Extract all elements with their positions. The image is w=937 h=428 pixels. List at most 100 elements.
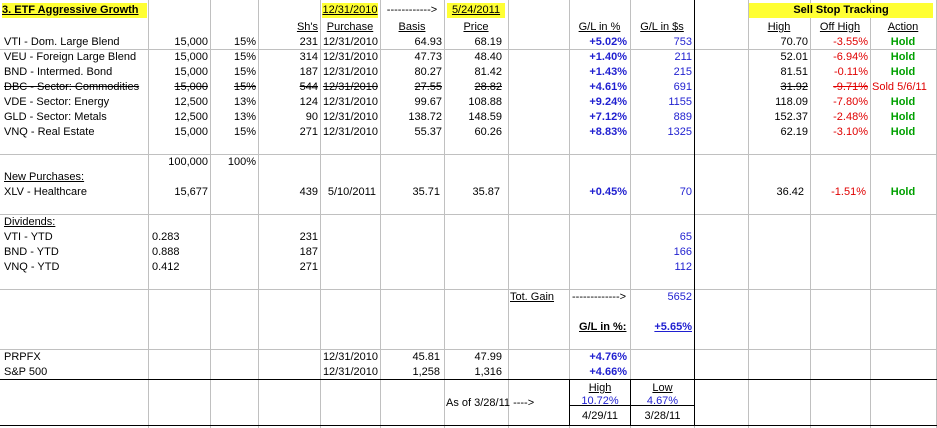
holding-name: GLD - Sector: Metals: [4, 111, 107, 123]
new-purchase-off-high: -1.51%: [831, 186, 866, 198]
as-of-label: As of 3/28/11 ---->: [446, 397, 535, 409]
holding-action: Sold 5/6/11: [872, 81, 927, 93]
overall-gl-pct-value: +5.65%: [654, 321, 692, 333]
holding-shares: 124: [299, 96, 318, 108]
holding-pct: 13%: [233, 96, 256, 108]
holding-basis: 64.93: [414, 36, 442, 48]
holding-price: 81.42: [474, 66, 502, 78]
total-gain-value: 5652: [667, 291, 692, 303]
holding-shares: 187: [299, 66, 318, 78]
holding-gl-usd: 211: [674, 51, 692, 63]
benchmark-price: 1,316: [474, 366, 502, 378]
holding-off-high: -2.48%: [833, 111, 868, 123]
holding-pct: 15%: [233, 36, 256, 48]
holding-alloc: 12,500: [174, 111, 208, 123]
holding-pct: 15%: [233, 66, 256, 78]
benchmark-date: 12/31/2010: [322, 366, 378, 378]
range-high-pct: 10.72%: [581, 395, 619, 407]
holding-basis: 27.55: [414, 81, 442, 93]
holding-price: 48.40: [474, 51, 502, 63]
stop-tracking-title: Sell Stop Tracking: [749, 3, 933, 18]
holding-gl-pct: +9.24%: [589, 96, 627, 108]
total-alloc: 100,000: [168, 156, 208, 168]
holding-gl-usd: 1325: [667, 126, 692, 138]
holding-shares: 271: [299, 126, 318, 138]
holding-pct: 15%: [233, 126, 256, 138]
header-purchase: Purchase: [326, 21, 374, 33]
holding-alloc: 15,000: [174, 126, 208, 138]
header-basis: Basis: [398, 21, 426, 33]
holding-gl-pct: +1.40%: [589, 51, 627, 63]
total-gain-arrow: ------------->: [572, 291, 627, 303]
holding-off-high: -9.71%: [833, 81, 868, 93]
holding-date: 12/31/2010: [322, 66, 378, 78]
holding-basis: 47.73: [414, 51, 442, 63]
holding-gl-usd: 753: [673, 36, 692, 48]
holding-high: 152.37: [774, 111, 808, 123]
holding-gl-usd: 889: [673, 111, 692, 123]
new-purchase-high: 36.42: [776, 186, 804, 198]
range-low-pct: 4.67%: [646, 395, 679, 407]
holding-gl-pct: +7.12%: [589, 111, 627, 123]
new-purchase-date: 5/10/2011: [327, 186, 376, 198]
holding-action: Hold: [890, 111, 916, 123]
header-off-high: Off High: [819, 21, 861, 33]
holding-off-high: -0.11%: [833, 66, 868, 78]
holding-high: 81.51: [780, 66, 808, 78]
holding-action: Hold: [890, 126, 916, 138]
holding-pct: 13%: [233, 111, 256, 123]
holding-high: 52.01: [780, 51, 808, 63]
holding-price: 108.88: [468, 96, 502, 108]
benchmark-basis: 45.81: [412, 351, 440, 363]
range-low-date: 3/28/11: [644, 410, 681, 422]
dividend-name: BND - YTD: [4, 246, 59, 258]
holding-action: Hold: [890, 51, 916, 63]
holding-name: DBC - Sector: Commodities: [4, 81, 140, 93]
new-purchase-basis: 35.71: [412, 186, 440, 198]
benchmark-gl-pct: +4.76%: [589, 351, 627, 363]
holding-off-high: -7.80%: [833, 96, 868, 108]
holding-date: 12/31/2010: [322, 81, 378, 93]
holding-pct: 15%: [233, 51, 256, 63]
holding-off-high: -6.94%: [833, 51, 868, 63]
total-pct: 100%: [227, 156, 256, 168]
new-purchase-price: 35.87: [472, 186, 500, 198]
dividend-shares: 271: [299, 261, 318, 273]
overall-gl-pct-label: G/L in %:: [579, 321, 627, 333]
holding-name: VTI - Dom. Large Blend: [4, 36, 120, 48]
holding-name: VEU - Foreign Large Blend: [4, 51, 137, 63]
benchmark-gl-pct: +4.66%: [589, 366, 627, 378]
holding-price: 60.26: [474, 126, 502, 138]
header-gl-pct: G/L in %: [578, 21, 621, 33]
holding-name: VNQ - Real Estate: [4, 126, 95, 138]
holding-alloc: 15,000: [174, 51, 208, 63]
benchmark-date: 12/31/2010: [322, 351, 378, 363]
holding-shares: 314: [299, 51, 318, 63]
holding-date: 12/31/2010: [322, 111, 378, 123]
holding-action: Hold: [890, 66, 916, 78]
holding-price: 148.59: [468, 111, 502, 123]
dividend-amount: 0.412: [152, 261, 180, 273]
dividend-name: VTI - YTD: [4, 231, 53, 243]
benchmark-price: 47.99: [474, 351, 502, 363]
holding-basis: 99.67: [414, 96, 442, 108]
holding-gl-usd: 1155: [668, 96, 692, 108]
dividends-label: Dividends:: [4, 216, 56, 228]
new-purchase-action: Hold: [890, 186, 916, 198]
new-purchase-name: XLV - Healthcare: [4, 186, 87, 198]
holding-basis: 80.27: [414, 66, 442, 78]
holding-date: 12/31/2010: [322, 96, 378, 108]
holding-action: Hold: [890, 96, 916, 108]
holding-basis: 55.37: [414, 126, 442, 138]
holding-gl-pct: +1.43%: [589, 66, 627, 78]
holding-alloc: 15,000: [174, 36, 208, 48]
holding-name: VDE - Sector: Energy: [4, 96, 110, 108]
dividend-shares: 231: [299, 231, 318, 243]
dividend-gl-usd: 166: [673, 246, 692, 258]
holding-price: 28.82: [474, 81, 502, 93]
range-high-date: 4/29/11: [582, 410, 618, 422]
holding-date: 12/31/2010: [322, 36, 378, 48]
benchmark-name: S&P 500: [4, 366, 48, 378]
holding-off-high: -3.10%: [833, 126, 868, 138]
holding-pct: 15%: [233, 81, 256, 93]
